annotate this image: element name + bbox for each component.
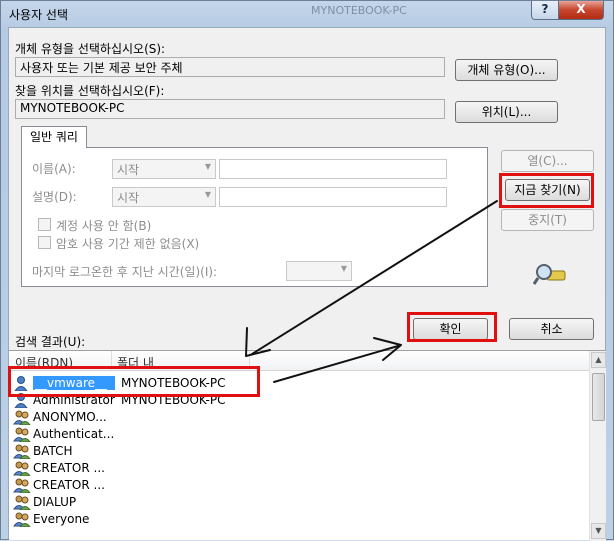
column-header-name[interactable]: 이름(RDN) — [15, 354, 73, 371]
result-name: Everyone — [33, 512, 90, 526]
location-field: MYNOTEBOOK-PC — [15, 99, 445, 119]
title-bar[interactable]: 사용자 선택 MYNOTEBOOK-PC ? X — [1, 1, 613, 27]
locations-button[interactable]: 위치(L)... — [455, 101, 558, 123]
table-row[interactable]: DIALUP — [13, 494, 573, 511]
group-icon — [13, 409, 31, 426]
group-icon — [13, 443, 31, 460]
object-type-field: 사용자 또는 기본 제공 보안 주체 — [15, 57, 445, 77]
user-icon — [13, 375, 31, 392]
disabled-accounts-label: 계정 사용 안 함(B) — [56, 219, 152, 233]
no-expire-password-checkbox[interactable] — [38, 236, 51, 249]
chevron-down-icon: ▼ — [204, 190, 211, 199]
find-now-button[interactable]: 지금 찾기(N) — [505, 179, 590, 201]
tab-common-queries[interactable]: 일반 쿼리 — [21, 126, 87, 148]
chevron-down-icon: ▼ — [340, 264, 347, 273]
days-since-logon-label: 마지막 로그온한 후 지난 시간(일)(I): — [32, 265, 218, 279]
background-window-title: MYNOTEBOOK-PC — [311, 4, 407, 17]
group-icon — [13, 460, 31, 477]
dialog-window: 사용자 선택 MYNOTEBOOK-PC ? X 개체 유형을 선택하십시오(S… — [0, 0, 614, 541]
search-results-label: 검색 결과(U): — [15, 335, 86, 349]
result-name: DIALUP — [33, 495, 77, 509]
group-icon — [13, 494, 31, 511]
table-row[interactable]: Administrator MYNOTEBOOK-PC — [13, 392, 573, 409]
table-row[interactable]: __vmware__ MYNOTEBOOK-PC — [13, 375, 573, 392]
result-name: ANONYMO... — [33, 410, 107, 424]
scroll-down-icon[interactable]: ▼ — [591, 523, 606, 539]
group-icon — [13, 477, 31, 494]
scroll-up-icon[interactable]: ▲ — [591, 352, 606, 368]
window-title: 사용자 선택 — [9, 8, 69, 22]
results-header: 이름(RDN) 폴더 내 — [9, 351, 589, 371]
column-header-folder[interactable]: 폴더 내 — [117, 354, 154, 371]
result-name: __vmware__ — [33, 376, 115, 390]
result-name: BATCH — [33, 444, 73, 458]
common-queries-panel: 이름(A): 시작 ▼ 설명(D): 시작 ▼ 계정 사용 안 함(B) 암호 사용… — [21, 147, 488, 287]
columns-button[interactable]: 열(C)... — [501, 150, 594, 172]
result-name: Administrator — [33, 393, 115, 407]
days-since-logon-combo[interactable]: ▼ — [286, 261, 352, 281]
table-row[interactable]: CREATOR ... — [13, 477, 573, 494]
name-label: 이름(A): — [32, 162, 76, 176]
user-icon — [13, 392, 31, 409]
table-row[interactable]: CREATOR ... — [13, 460, 573, 477]
result-folder: MYNOTEBOOK-PC — [121, 376, 226, 390]
stop-button[interactable]: 중지(T) — [501, 209, 594, 231]
object-types-button[interactable]: 개체 유형(O)... — [455, 59, 558, 81]
description-input[interactable] — [219, 187, 447, 207]
table-row[interactable]: Everyone — [13, 511, 573, 528]
disabled-accounts-checkbox[interactable] — [38, 218, 51, 231]
ok-button[interactable]: 확인 — [413, 318, 488, 340]
search-flashlight-icon — [533, 264, 566, 285]
name-match-combo[interactable]: 시작 ▼ — [112, 159, 216, 179]
scroll-thumb[interactable] — [592, 373, 605, 421]
chevron-down-icon: ▼ — [204, 162, 211, 171]
help-button[interactable]: ? — [531, 1, 559, 20]
result-name: CREATOR ... — [33, 478, 105, 492]
result-name: Authenticat... — [33, 427, 115, 441]
no-expire-password-label: 암호 사용 기간 제한 없음(X) — [56, 237, 200, 251]
table-row[interactable]: Authenticat... — [13, 426, 573, 443]
table-row[interactable]: ANONYMO... — [13, 409, 573, 426]
result-folder: MYNOTEBOOK-PC — [121, 393, 226, 407]
close-button[interactable]: X — [558, 1, 604, 20]
dialog-client-area: 개체 유형을 선택하십시오(S): 사용자 또는 기본 제공 보안 주체 개체 … — [8, 27, 606, 541]
object-type-label: 개체 유형을 선택하십시오(S): — [15, 42, 166, 56]
group-icon — [13, 511, 31, 528]
name-input[interactable] — [219, 159, 447, 179]
table-row[interactable]: BATCH — [13, 443, 573, 460]
description-label: 설명(D): — [32, 190, 77, 204]
result-name: CREATOR ... — [33, 461, 105, 475]
vertical-scrollbar[interactable]: ▲ ▼ — [589, 351, 606, 541]
description-match-combo[interactable]: 시작 ▼ — [112, 187, 216, 207]
search-results-list[interactable]: 이름(RDN) 폴더 내 __vmware__ MYNOTEBOOK-PC Admi… — [9, 350, 606, 541]
group-icon — [13, 426, 31, 443]
location-label: 찾을 위치를 선택하십시오(F): — [15, 84, 165, 98]
cancel-button[interactable]: 취소 — [509, 318, 594, 340]
